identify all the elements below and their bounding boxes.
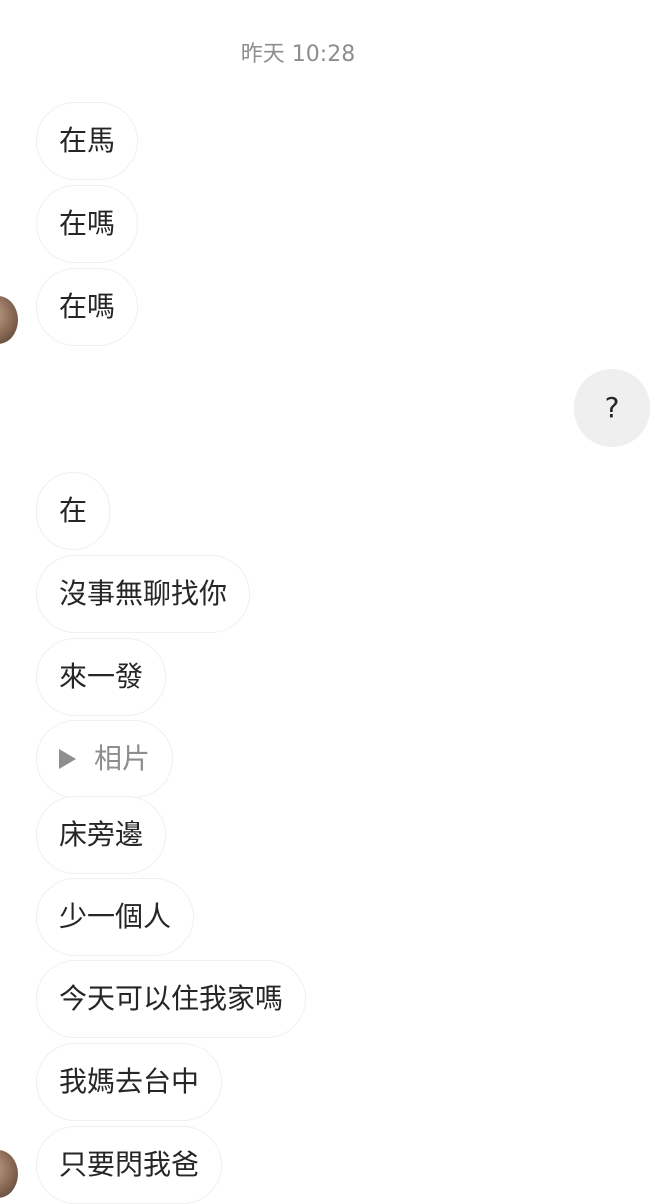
message-bubble-incoming[interactable]: 少一個人 [36, 878, 195, 956]
message-text: 在嗎 [59, 207, 116, 240]
photo-label: 相片 [94, 742, 151, 775]
message-bubble-outgoing[interactable]: ? [574, 369, 650, 447]
message-text: 在馬 [59, 124, 116, 157]
message-timestamp: 昨天 10:28 [240, 42, 356, 67]
message-text: 在 [59, 494, 88, 527]
message-bubble-incoming[interactable]: 床旁邊 [36, 796, 167, 874]
message-text: 少一個人 [59, 900, 172, 933]
message-text: ? [604, 391, 620, 424]
message-text: 我媽去台中 [59, 1065, 200, 1098]
message-text: 在嗎 [59, 290, 116, 323]
message-bubble-incoming[interactable]: 在 [36, 472, 111, 550]
message-text: 來一發 [59, 660, 144, 693]
message-bubble-incoming[interactable]: 今天可以住我家嗎 [36, 960, 307, 1038]
message-bubble-incoming[interactable]: 在嗎 [36, 185, 139, 263]
message-text: 只要閃我爸 [59, 1148, 200, 1181]
message-bubble-incoming[interactable]: 我媽去台中 [36, 1043, 223, 1121]
message-bubble-incoming[interactable]: 在嗎 [36, 268, 139, 346]
message-bubble-incoming[interactable]: 在馬 [36, 102, 139, 180]
message-bubble-incoming[interactable]: 沒事無聊找你 [36, 555, 251, 633]
message-bubble-incoming[interactable]: 來一發 [36, 638, 167, 716]
message-text: 沒事無聊找你 [59, 577, 228, 610]
message-text: 床旁邊 [59, 818, 144, 851]
photo-message-bubble[interactable]: 相片 [36, 720, 174, 798]
sender-avatar[interactable] [0, 296, 18, 344]
sender-avatar[interactable] [0, 1150, 18, 1198]
message-text: 今天可以住我家嗎 [59, 982, 284, 1015]
message-bubble-incoming[interactable]: 只要閃我爸 [36, 1126, 223, 1204]
play-icon [59, 749, 76, 769]
